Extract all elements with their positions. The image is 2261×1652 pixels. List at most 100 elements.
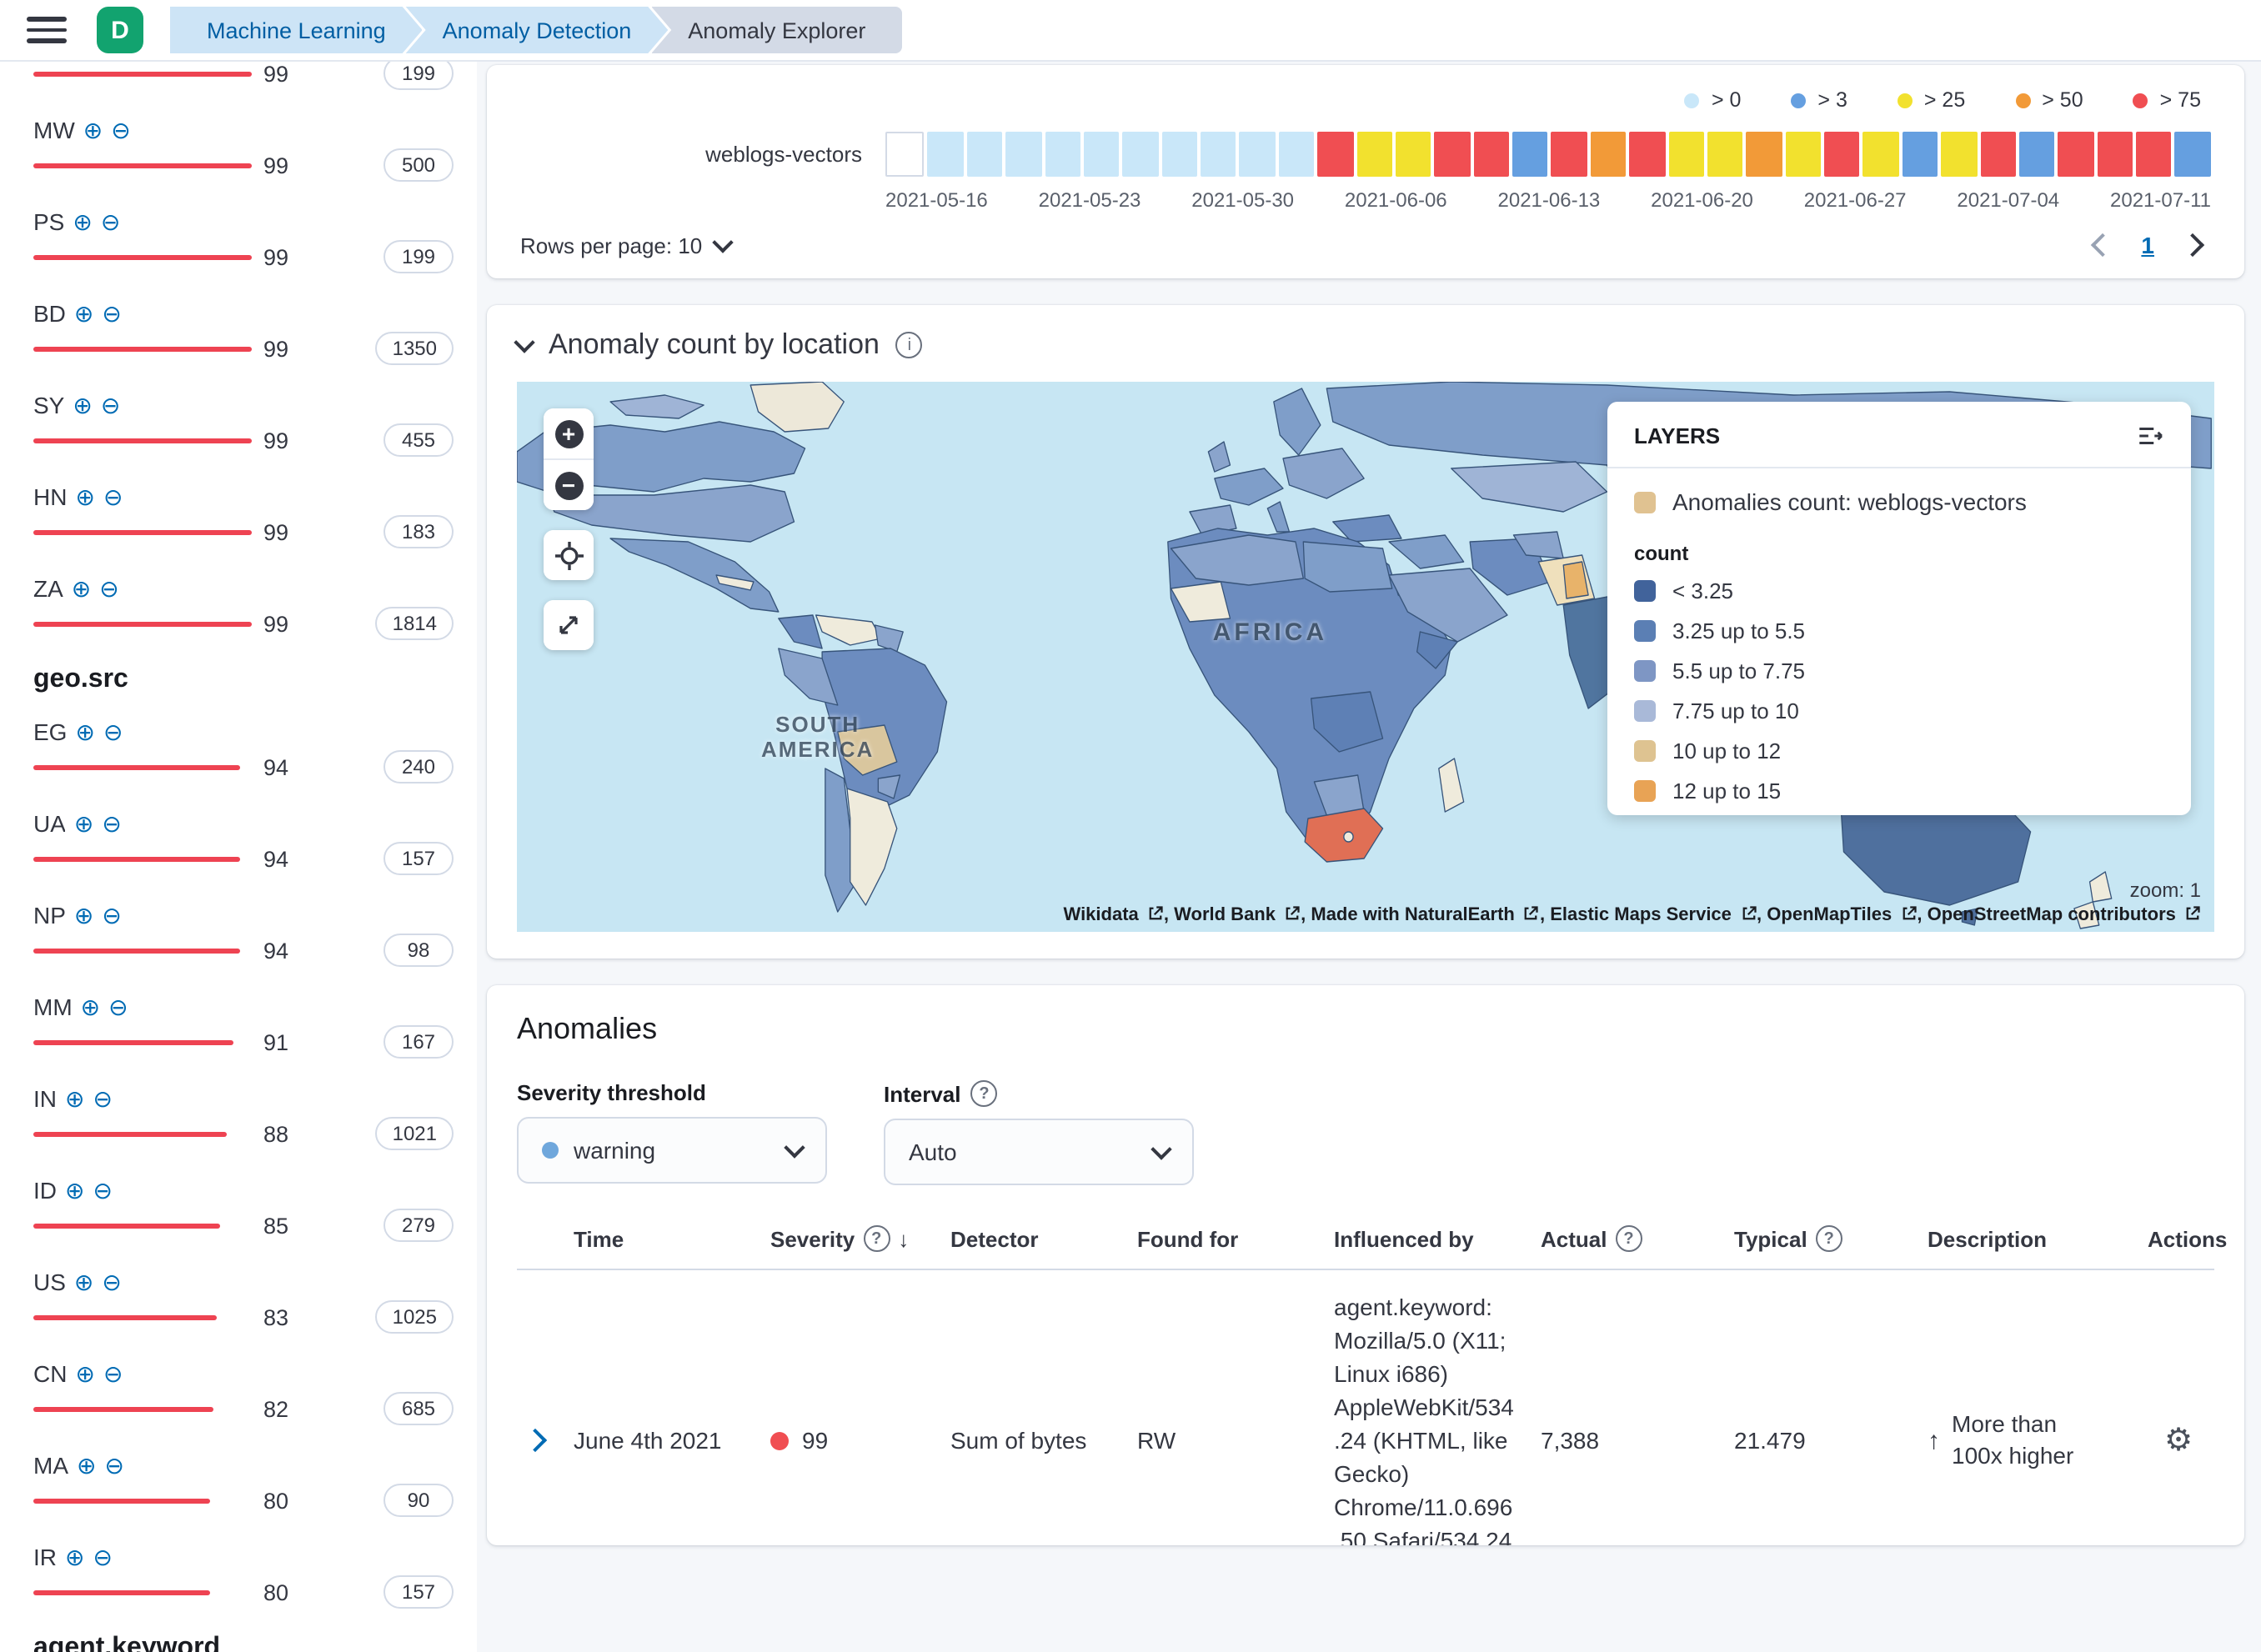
filter-for-icon[interactable]: ⊕ <box>75 1362 94 1385</box>
zoom-in-button[interactable]: + <box>544 408 594 458</box>
collapse-section-icon[interactable] <box>514 332 534 353</box>
swimlane-cell[interactable] <box>1747 132 1782 177</box>
swimlane-cell[interactable] <box>1396 132 1431 177</box>
swimlane-cell[interactable] <box>2019 132 2055 177</box>
column-header-typical[interactable]: Typical? <box>1734 1225 1928 1252</box>
swimlane-cell[interactable] <box>1980 132 2016 177</box>
filter-for-icon[interactable]: ⊕ <box>74 1270 93 1294</box>
attribution-link[interactable]: Elastic Maps Service <box>1550 905 1757 925</box>
set-view-crosshair-button[interactable] <box>544 530 594 580</box>
filter-out-icon[interactable]: ⊖ <box>102 812 121 835</box>
expand-map-button[interactable] <box>544 600 594 650</box>
swimlane-cell[interactable] <box>1824 132 1860 177</box>
filter-for-icon[interactable]: ⊕ <box>74 904 93 927</box>
filter-for-icon[interactable]: ⊕ <box>65 1545 84 1569</box>
filter-out-icon[interactable]: ⊖ <box>102 302 121 325</box>
swimlane-cell[interactable] <box>1279 132 1315 177</box>
column-header-detector[interactable]: Detector <box>950 1226 1137 1251</box>
swimlane-cell[interactable] <box>1084 132 1120 177</box>
filter-for-icon[interactable]: ⊕ <box>65 1087 84 1110</box>
filter-for-icon[interactable]: ⊕ <box>83 118 103 142</box>
filter-for-icon[interactable]: ⊕ <box>74 302 93 325</box>
swimlane-cell[interactable] <box>1240 132 1276 177</box>
interval-select[interactable]: Auto <box>884 1119 1194 1185</box>
swimlane-cell[interactable] <box>2136 132 2172 177</box>
column-header-influenced-by[interactable]: Influenced by <box>1334 1226 1541 1251</box>
filter-out-icon[interactable]: ⊖ <box>111 118 130 142</box>
filter-out-icon[interactable]: ⊖ <box>103 720 123 743</box>
swimlane-cell[interactable] <box>1552 132 1587 177</box>
filter-for-icon[interactable]: ⊕ <box>65 1179 84 1202</box>
column-header-time[interactable]: Time <box>574 1226 770 1251</box>
swimlane-cell[interactable] <box>2097 132 2133 177</box>
swimlane-cell[interactable] <box>1863 132 1899 177</box>
swimlane-cell[interactable] <box>1591 132 1627 177</box>
next-page-icon[interactable] <box>2181 233 2204 257</box>
previous-page-icon[interactable] <box>2091 233 2114 257</box>
filter-out-icon[interactable]: ⊖ <box>104 1454 123 1477</box>
swimlane-cell[interactable] <box>2058 132 2094 177</box>
attribution-link[interactable]: OpenMapTiles <box>1767 905 1917 925</box>
swimlane-cell[interactable] <box>1941 132 1977 177</box>
attribution-link[interactable]: OpenStreetMap contributors <box>1928 905 2201 925</box>
column-header-description[interactable]: Description <box>1928 1226 2148 1251</box>
swimlane-cell[interactable] <box>1785 132 1821 177</box>
filter-out-icon[interactable]: ⊖ <box>101 210 120 233</box>
column-header-severity[interactable]: Severity?↓ <box>770 1225 950 1252</box>
filter-out-icon[interactable]: ⊖ <box>99 577 118 600</box>
filter-for-icon[interactable]: ⊕ <box>75 720 94 743</box>
swimlane-cell[interactable] <box>1201 132 1236 177</box>
hamburger-menu-icon[interactable] <box>27 10 67 50</box>
swimlane-cell[interactable] <box>1161 132 1197 177</box>
breadcrumb-anomaly-detection[interactable]: Anomaly Detection <box>406 7 669 53</box>
layer-item[interactable]: Anomalies count: weblogs-vectors <box>1634 488 2164 515</box>
swimlane-cell[interactable] <box>1668 132 1704 177</box>
swimlane-cell[interactable] <box>2175 132 2211 177</box>
attribution-link[interactable]: World Bank <box>1174 905 1301 925</box>
gear-icon[interactable]: ⚙ <box>2148 1423 2193 1458</box>
filter-out-icon[interactable]: ⊖ <box>102 904 121 927</box>
filter-for-icon[interactable]: ⊕ <box>72 577 91 600</box>
filter-out-icon[interactable]: ⊖ <box>93 1087 112 1110</box>
filter-for-icon[interactable]: ⊕ <box>73 393 92 417</box>
swimlane-cell[interactable] <box>1045 132 1080 177</box>
breadcrumb-machine-learning[interactable]: Machine Learning <box>170 7 423 53</box>
swimlane-cell[interactable] <box>1512 132 1548 177</box>
swimlane-cell[interactable] <box>1123 132 1159 177</box>
rows-per-page-button[interactable]: Rows per page: 10 <box>520 233 730 258</box>
world-map[interactable]: AFRICA SOUTH AMERICA + − <box>517 382 2214 932</box>
column-header-actions[interactable]: Actions <box>2148 1226 2244 1251</box>
swimlane-cell[interactable] <box>1356 132 1392 177</box>
severity-threshold-select[interactable]: warning <box>517 1117 827 1184</box>
help-icon[interactable]: ? <box>971 1080 998 1107</box>
zoom-out-button[interactable]: − <box>544 460 594 510</box>
filter-out-icon[interactable]: ⊖ <box>93 1545 112 1569</box>
filter-out-icon[interactable]: ⊖ <box>102 1270 121 1294</box>
attribution-link[interactable]: Wikidata <box>1064 905 1164 925</box>
filter-for-icon[interactable]: ⊕ <box>74 812 93 835</box>
swimlane-cell[interactable] <box>1005 132 1041 177</box>
space-avatar[interactable]: D <box>97 7 143 53</box>
filter-for-icon[interactable]: ⊕ <box>81 995 100 1019</box>
swimlane-cell[interactable] <box>1903 132 1938 177</box>
filter-out-icon[interactable]: ⊖ <box>108 995 128 1019</box>
filter-for-icon[interactable]: ⊕ <box>77 1454 96 1477</box>
swimlane-cell[interactable] <box>1707 132 1743 177</box>
info-icon[interactable]: i <box>896 332 923 358</box>
expand-row-icon[interactable] <box>524 1429 547 1452</box>
attribution-link[interactable]: Made with NaturalEarth <box>1311 905 1540 925</box>
swimlane-cell[interactable] <box>885 132 925 177</box>
swimlane-cell[interactable] <box>1435 132 1471 177</box>
filter-for-icon[interactable]: ⊕ <box>75 485 94 508</box>
page-number[interactable]: 1 <box>2141 232 2154 258</box>
filter-out-icon[interactable]: ⊖ <box>93 1179 112 1202</box>
collapse-layers-icon[interactable] <box>2136 422 2164 450</box>
filter-out-icon[interactable]: ⊖ <box>103 1362 123 1385</box>
swimlane-cell[interactable] <box>1317 132 1353 177</box>
swimlane-cell[interactable] <box>1473 132 1509 177</box>
filter-out-icon[interactable]: ⊖ <box>101 393 120 417</box>
column-header-found-for[interactable]: Found for <box>1137 1226 1334 1251</box>
swimlane-cell[interactable] <box>928 132 964 177</box>
column-header-actual[interactable]: Actual? <box>1541 1225 1734 1252</box>
filter-out-icon[interactable]: ⊖ <box>103 485 123 508</box>
